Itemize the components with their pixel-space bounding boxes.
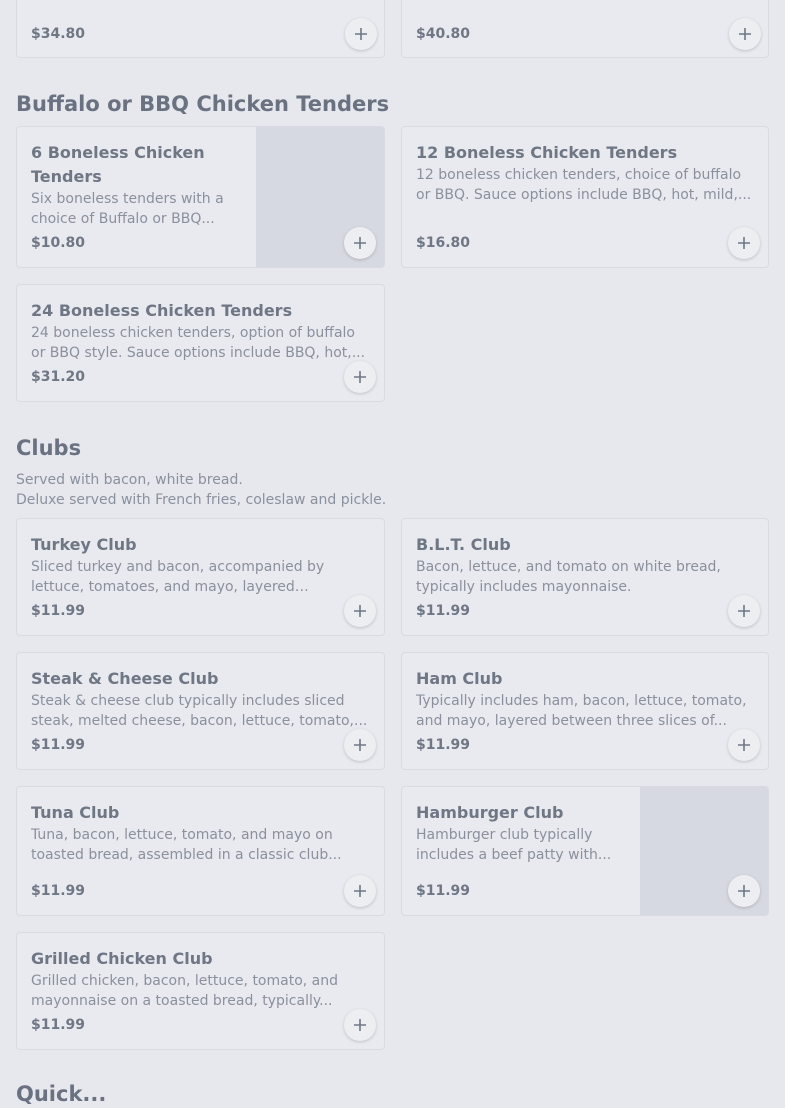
- plus-icon: [354, 605, 366, 617]
- menu-item-card[interactable]: 12 Boneless Chicken Tenders 12 boneless …: [401, 126, 769, 268]
- item-name: 12 Boneless Chicken Tenders: [416, 143, 678, 162]
- section-note: Deluxe served with French fries, colesla…: [16, 492, 387, 508]
- add-item-button[interactable]: [344, 729, 376, 761]
- menu-item-card[interactable]: B.L.T. Club Bacon, lettuce, and tomato o…: [401, 518, 769, 636]
- add-item-button[interactable]: [345, 18, 377, 50]
- add-item-button[interactable]: [344, 595, 376, 627]
- menu-item-card[interactable]: Grilled Chicken Club Grilled chicken, ba…: [16, 932, 385, 1050]
- plus-icon: [354, 1019, 366, 1031]
- menu-item-card[interactable]: Tuna Club Tuna, bacon, lettuce, tomato, …: [16, 786, 385, 916]
- plus-icon: [738, 605, 750, 617]
- plus-icon: [738, 885, 750, 897]
- item-price: $11.99: [31, 883, 86, 899]
- plus-icon: [738, 237, 750, 249]
- add-item-button[interactable]: [728, 729, 760, 761]
- add-item-button[interactable]: [344, 875, 376, 907]
- add-item-button[interactable]: [344, 1009, 376, 1041]
- item-price: $10.80: [31, 235, 86, 251]
- menu-item-card[interactable]: 6 Boneless Chicken Tenders Six boneless …: [16, 126, 385, 268]
- item-description: Bacon, lettuce, and tomato on white brea…: [416, 559, 721, 595]
- add-item-button[interactable]: [344, 227, 376, 259]
- item-description: Steak & cheese club typically includes s…: [31, 693, 368, 729]
- item-price: $11.99: [416, 603, 471, 619]
- menu-item-card[interactable]: $34.80: [16, 0, 385, 58]
- item-name: Turkey Club: [31, 535, 137, 554]
- item-description: 12 boneless chicken tenders, choice of b…: [416, 167, 752, 203]
- add-item-button[interactable]: [728, 595, 760, 627]
- plus-icon: [354, 237, 366, 249]
- section-title-tenders: Buffalo or BBQ Chicken Tenders: [16, 92, 390, 116]
- item-price: $11.99: [416, 883, 471, 899]
- plus-icon: [354, 739, 366, 751]
- item-description: Typically includes ham, bacon, lettuce, …: [416, 693, 747, 729]
- add-item-button[interactable]: [729, 18, 761, 50]
- item-description: 24 boneless chicken tenders, option of b…: [31, 325, 366, 361]
- item-price: $40.80: [416, 26, 471, 42]
- add-item-button[interactable]: [728, 875, 760, 907]
- plus-icon: [354, 371, 366, 383]
- item-name: 6 Boneless Chicken Tenders: [31, 143, 205, 186]
- section-title-next: Quick...: [16, 1082, 107, 1106]
- item-price: $31.20: [31, 369, 86, 385]
- section-note: Served with bacon, white bread.: [16, 472, 243, 488]
- item-description: Tuna, bacon, lettuce, tomato, and mayo o…: [31, 827, 342, 863]
- item-price: $16.80: [416, 235, 471, 251]
- item-description: Grilled chicken, bacon, lettuce, tomato,…: [31, 973, 339, 1009]
- item-description: Hamburger club typically includes a beef…: [416, 827, 612, 863]
- plus-icon: [739, 28, 751, 40]
- item-description: Six boneless tenders with a choice of Bu…: [31, 191, 224, 227]
- plus-icon: [355, 28, 367, 40]
- item-description: Sliced turkey and bacon, accompanied by …: [31, 559, 325, 595]
- item-name: Grilled Chicken Club: [31, 949, 213, 968]
- menu-item-card[interactable]: Hamburger Club Hamburger club typically …: [401, 786, 769, 916]
- item-name: Ham Club: [416, 669, 503, 688]
- item-name: Tuna Club: [31, 803, 120, 822]
- item-name: 24 Boneless Chicken Tenders: [31, 301, 293, 320]
- plus-icon: [354, 885, 366, 897]
- menu-item-card[interactable]: Steak & Cheese Club Steak & cheese club …: [16, 652, 385, 770]
- plus-icon: [738, 739, 750, 751]
- add-item-button[interactable]: [728, 227, 760, 259]
- item-name: Steak & Cheese Club: [31, 669, 219, 688]
- item-price: $34.80: [31, 26, 86, 42]
- item-price: $11.99: [31, 737, 86, 753]
- item-name: Hamburger Club: [416, 803, 564, 822]
- item-price: $11.99: [31, 603, 86, 619]
- add-item-button[interactable]: [344, 361, 376, 393]
- section-title-clubs: Clubs: [16, 436, 82, 460]
- item-name: B.L.T. Club: [416, 535, 511, 554]
- menu-item-card[interactable]: Turkey Club Sliced turkey and bacon, acc…: [16, 518, 385, 636]
- item-price: $11.99: [416, 737, 471, 753]
- menu-item-card[interactable]: Ham Club Typically includes ham, bacon, …: [401, 652, 769, 770]
- menu-item-card[interactable]: $40.80: [401, 0, 769, 58]
- menu-item-card[interactable]: 24 Boneless Chicken Tenders 24 boneless …: [16, 284, 385, 402]
- item-price: $11.99: [31, 1017, 86, 1033]
